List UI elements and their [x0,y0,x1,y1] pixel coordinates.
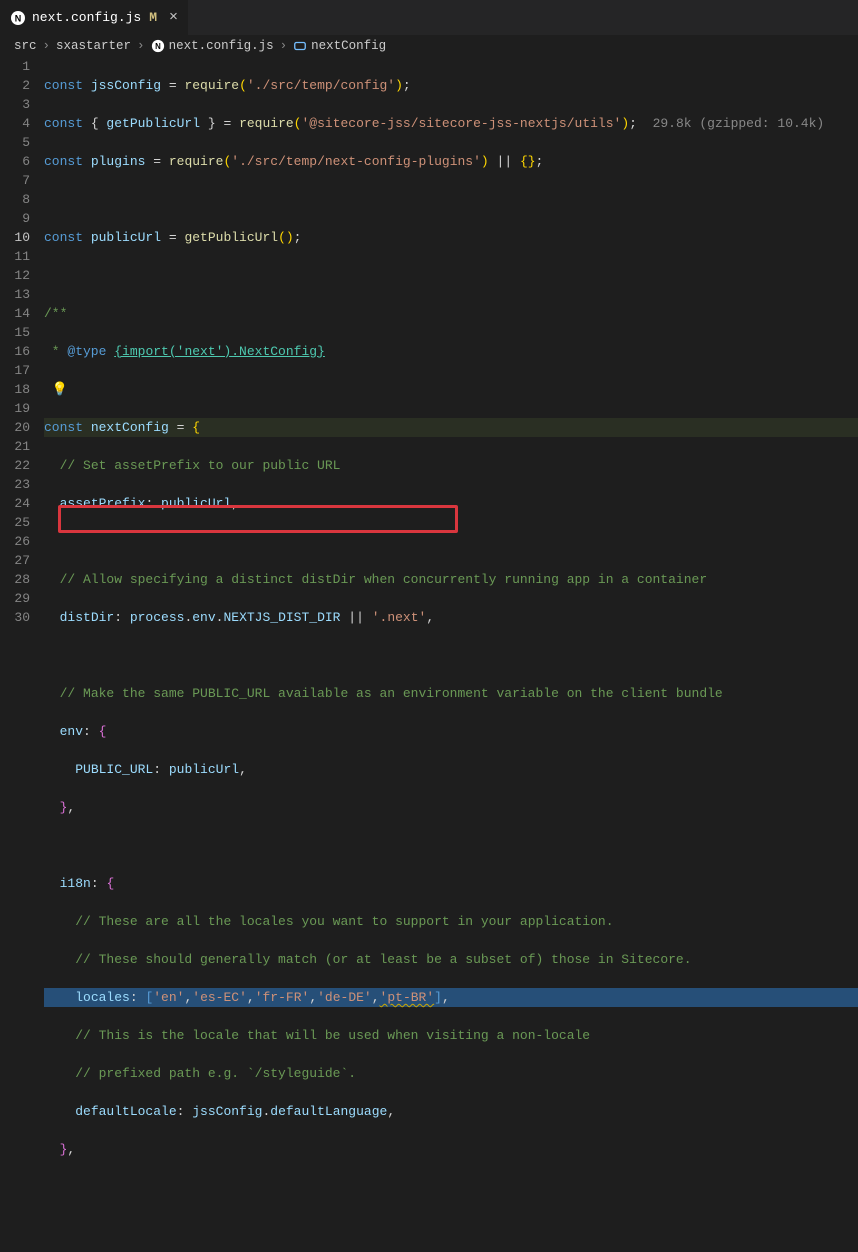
tab-modified-badge: M [149,10,157,25]
lightbulb-icon[interactable]: 💡 [52,382,68,397]
breadcrumb-item[interactable]: nextConfig [311,39,386,53]
line-number: 20 [0,418,30,437]
breadcrumb-item[interactable]: src [14,39,37,53]
line-number: 19 [0,399,30,418]
line-number: 25 [0,513,30,532]
nextjs-file-icon: N [10,10,26,26]
line-number: 14 [0,304,30,323]
line-number: 22 [0,456,30,475]
line-number: 18 [0,380,30,399]
breadcrumb-item[interactable]: sxastarter [56,39,131,53]
size-hint: 29.8k (gzipped: 10.4k) [637,116,824,131]
line-number: 21 [0,437,30,456]
line-number: 8 [0,190,30,209]
editor[interactable]: 1234567891011121314151617181920212223242… [0,57,858,626]
line-number: 13 [0,285,30,304]
line-number: 23 [0,475,30,494]
line-number-gutter: 1234567891011121314151617181920212223242… [0,57,44,626]
line-number: 12 [0,266,30,285]
nextjs-file-icon: N [151,39,165,53]
line-number: 30 [0,608,30,627]
line-number: 4 [0,114,30,133]
line-number: 28 [0,570,30,589]
chevron-right-icon: › [43,39,51,53]
line-number: 5 [0,133,30,152]
line-number: 16 [0,342,30,361]
line-number: 26 [0,532,30,551]
tab-bar: N next.config.js M × [0,0,858,35]
svg-text:N: N [15,13,22,23]
line-number: 2 [0,76,30,95]
breadcrumb-item[interactable]: next.config.js [169,39,274,53]
line-number: 11 [0,247,30,266]
svg-text:N: N [155,42,161,51]
line-number: 6 [0,152,30,171]
line-number: 3 [0,95,30,114]
code-area[interactable]: const jssConfig = require('./src/temp/co… [44,57,858,626]
line-number: 24 [0,494,30,513]
breadcrumb: src › sxastarter › N next.config.js › ne… [0,35,858,57]
line-number: 10 [0,228,30,247]
tab-next-config[interactable]: N next.config.js M × [0,0,189,35]
line-number: 15 [0,323,30,342]
line-number: 17 [0,361,30,380]
chevron-right-icon: › [137,39,145,53]
chevron-right-icon: › [280,39,288,53]
line-number: 27 [0,551,30,570]
symbol-variable-icon [293,39,307,53]
tab-label: next.config.js [32,10,141,25]
close-icon[interactable]: × [169,10,178,25]
line-number: 1 [0,57,30,76]
line-number: 7 [0,171,30,190]
line-number: 29 [0,589,30,608]
line-number: 9 [0,209,30,228]
